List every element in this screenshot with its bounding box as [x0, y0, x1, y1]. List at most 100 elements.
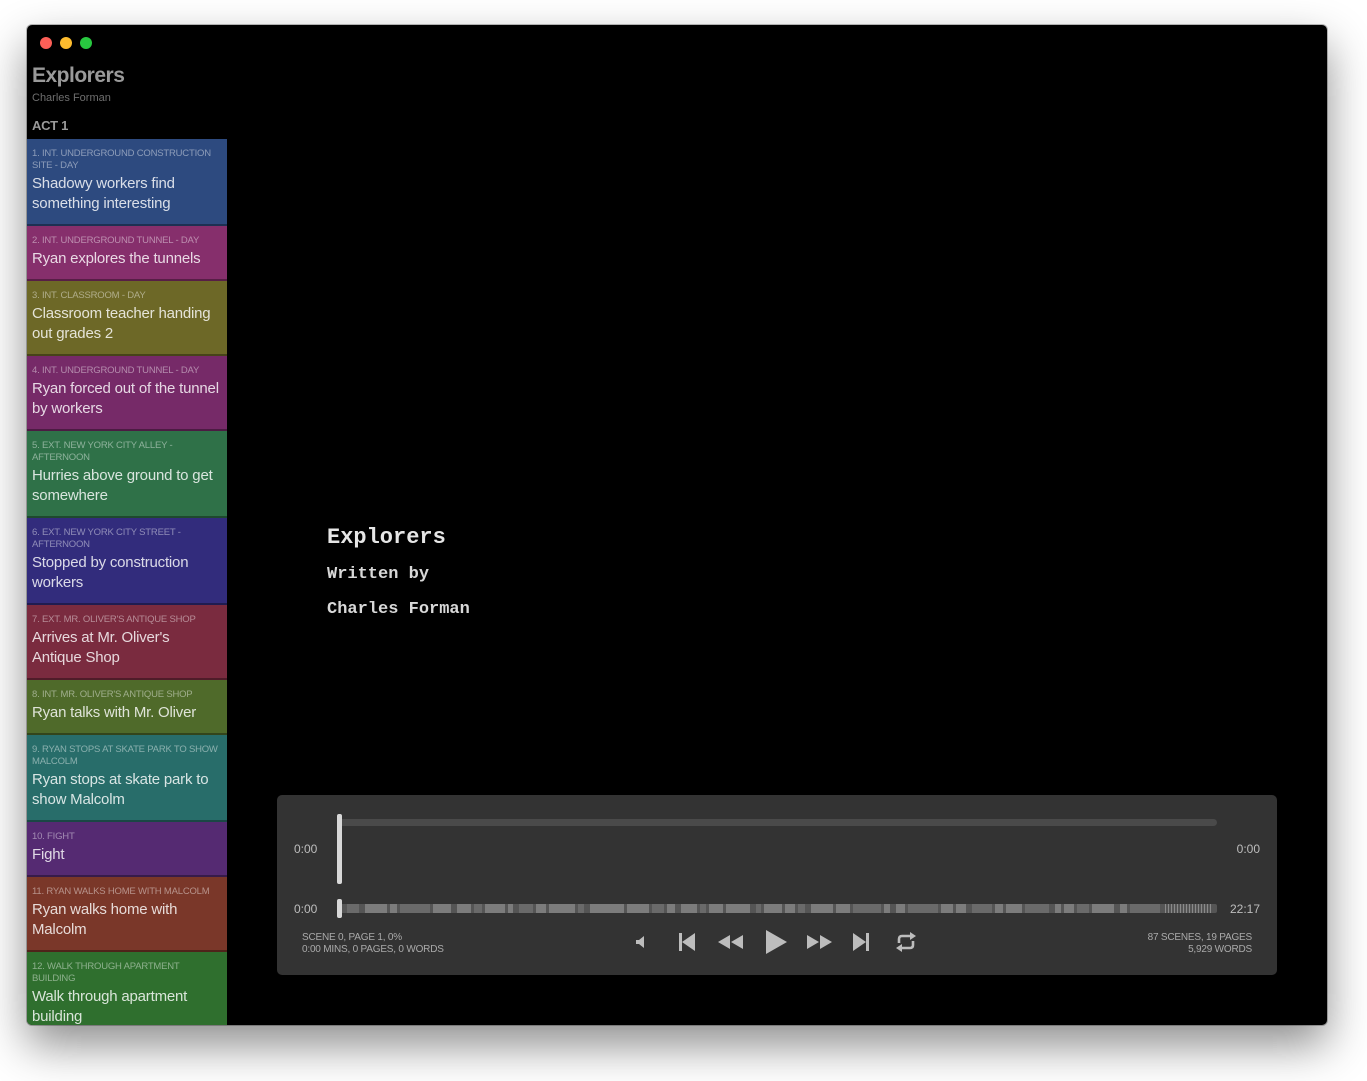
timeline-segment [896, 904, 905, 913]
previous-scene-button[interactable] [675, 932, 699, 952]
scene-description: Hurries above ground to get somewhere [32, 467, 213, 504]
timeline-segment [785, 904, 795, 913]
scene-description: Walk through apartment building [32, 988, 188, 1025]
play-icon [766, 930, 787, 954]
timeline-segment [1064, 904, 1074, 913]
scene-progress-track[interactable] [339, 819, 1217, 826]
timeline-segment [995, 904, 1003, 913]
timeline-segment [1165, 904, 1166, 913]
scene-card[interactable]: 10. FIGHT Fight [27, 822, 227, 877]
timeline-segment [1006, 904, 1022, 913]
timeline-segment [519, 904, 533, 913]
rewind-icon [718, 935, 743, 949]
timeline-segment [365, 904, 387, 913]
scene-card[interactable]: 3. INT. CLASSROOM - DAY Classroom teacher… [27, 281, 227, 356]
timeline-segment [798, 904, 805, 913]
repeat-button[interactable] [893, 932, 919, 952]
volume-icon [636, 936, 644, 948]
scene-sidebar: Explorers Charles Forman ACT 1 1. INT. U… [27, 25, 227, 1025]
minimize-window-button[interactable] [60, 37, 72, 49]
scene-description: Ryan talks with Mr. Oliver [32, 704, 197, 721]
timeline-segment [457, 904, 471, 913]
written-by-label: Written by [327, 565, 430, 584]
timeline-segment [1207, 904, 1208, 913]
timeline-segment [709, 904, 723, 913]
timeline-segment [764, 904, 782, 913]
timeline-segment [884, 904, 890, 913]
scene-card[interactable]: 6. EXT. NEW YORK CITY STREET - AFTERNOON… [27, 518, 227, 605]
scene-description: Classroom teacher handing out grades 2 [32, 305, 211, 342]
timeline-segment [836, 904, 850, 913]
scene-card[interactable]: 1. INT. UNDERGROUND CONSTRUCTION SITE - … [27, 139, 227, 226]
close-window-button[interactable] [40, 37, 52, 49]
document-author: Charles Forman [32, 92, 111, 104]
timeline-segment [972, 904, 992, 913]
scene-heading: 1. INT. UNDERGROUND CONSTRUCTION SITE - … [32, 148, 211, 171]
repeat-icon [896, 932, 916, 952]
timeline-segment [1120, 904, 1127, 913]
scene-description: Shadowy workers find something interesti… [32, 175, 175, 212]
timeline-segment [811, 904, 833, 913]
volume-button[interactable] [629, 935, 651, 949]
scene-card[interactable]: 7. EXT. MR. OLIVER'S ANTIQUE SHOP Arrives… [27, 605, 227, 680]
timeline-segment [1210, 904, 1211, 913]
scene-heading: 5. EXT. NEW YORK CITY ALLEY - AFTERNOON [32, 440, 173, 463]
skip-forward-icon [853, 933, 869, 951]
timeline-segment [1186, 904, 1187, 913]
screenplay-author: Charles Forman [327, 600, 470, 619]
scene-card[interactable]: 5. EXT. NEW YORK CITY ALLEY - AFTERNOON H… [27, 431, 227, 518]
timeline-segment [549, 904, 575, 913]
timeline-segment [1180, 904, 1181, 913]
scene-heading: 7. EXT. MR. OLIVER'S ANTIQUE SHOP [32, 614, 196, 625]
fast-forward-button[interactable] [804, 934, 834, 950]
timeline-segment [1168, 904, 1169, 913]
word-totals: 5,929 WORDS [1188, 944, 1252, 955]
timeline-segment [1189, 904, 1190, 913]
scene-description: Ryan forced out of the tunnel by workers [32, 380, 219, 417]
timeline-segment [853, 904, 881, 913]
window-controls [40, 37, 92, 49]
timeline-segment [941, 904, 953, 913]
script-timeline-track[interactable] [339, 904, 1217, 913]
scene-playhead[interactable] [337, 814, 342, 884]
scene-description: Arrives at Mr. Oliver's Antique Shop [32, 629, 170, 666]
timeline-segment [1177, 904, 1178, 913]
playback-panel: 0:00 0:00 0:00 22:17 SCENE 0, PAGE 1, 0%… [277, 795, 1277, 975]
timeline-segment [1174, 904, 1175, 913]
scene-heading: 2. INT. UNDERGROUND TUNNEL - DAY [32, 235, 200, 246]
scene-card[interactable]: 2. INT. UNDERGROUND TUNNEL - DAY Ryan exp… [27, 226, 227, 281]
timeline-segment [908, 904, 938, 913]
transport-controls [629, 929, 919, 955]
timeline-segment [667, 904, 675, 913]
scene-description: Ryan explores the tunnels [32, 250, 201, 267]
play-button[interactable] [763, 929, 789, 955]
timeline-segment [508, 904, 513, 913]
timeline-segment [756, 904, 761, 913]
timeline-playhead[interactable] [337, 899, 342, 918]
scene-card[interactable]: 11. RYAN WALKS HOME WITH MALCOLM Ryan wal… [27, 877, 227, 952]
timeline-segment [627, 904, 649, 913]
scene-card[interactable]: 8. INT. MR. OLIVER'S ANTIQUE SHOP Ryan ta… [27, 680, 227, 735]
next-scene-button[interactable] [849, 932, 873, 952]
rewind-button[interactable] [716, 934, 746, 950]
timeline-segment [390, 904, 397, 913]
scene-heading: 3. INT. CLASSROOM - DAY [32, 290, 146, 301]
scene-description: Fight [32, 846, 65, 863]
act-label: ACT 1 [32, 118, 69, 133]
timeline-segment [433, 904, 451, 913]
scene-card[interactable]: 12. WALK THROUGH APARTMENT BUILDING Walk … [27, 952, 227, 1025]
zoom-window-button[interactable] [80, 37, 92, 49]
overall-total-time: 22:17 [1229, 902, 1260, 916]
skip-back-icon [679, 933, 695, 951]
timeline-segment [1192, 904, 1193, 913]
timeline-segment [474, 904, 482, 913]
scene-total-time: 0:00 [1236, 842, 1260, 856]
timeline-segment [956, 904, 966, 913]
timeline-segment [1198, 904, 1199, 913]
script-totals: 87 SCENES, 19 PAGES 5,929 WORDS [1148, 932, 1253, 956]
timeline-segment [590, 904, 624, 913]
scene-card[interactable]: 9. RYAN STOPS AT SKATE PARK TO SHOW MALC… [27, 735, 227, 822]
scene-description: Ryan walks home with Malcolm [32, 901, 178, 938]
scene-card[interactable]: 4. INT. UNDERGROUND TUNNEL - DAY Ryan for… [27, 356, 227, 431]
position-status: SCENE 0, PAGE 1, 0% [302, 932, 402, 943]
